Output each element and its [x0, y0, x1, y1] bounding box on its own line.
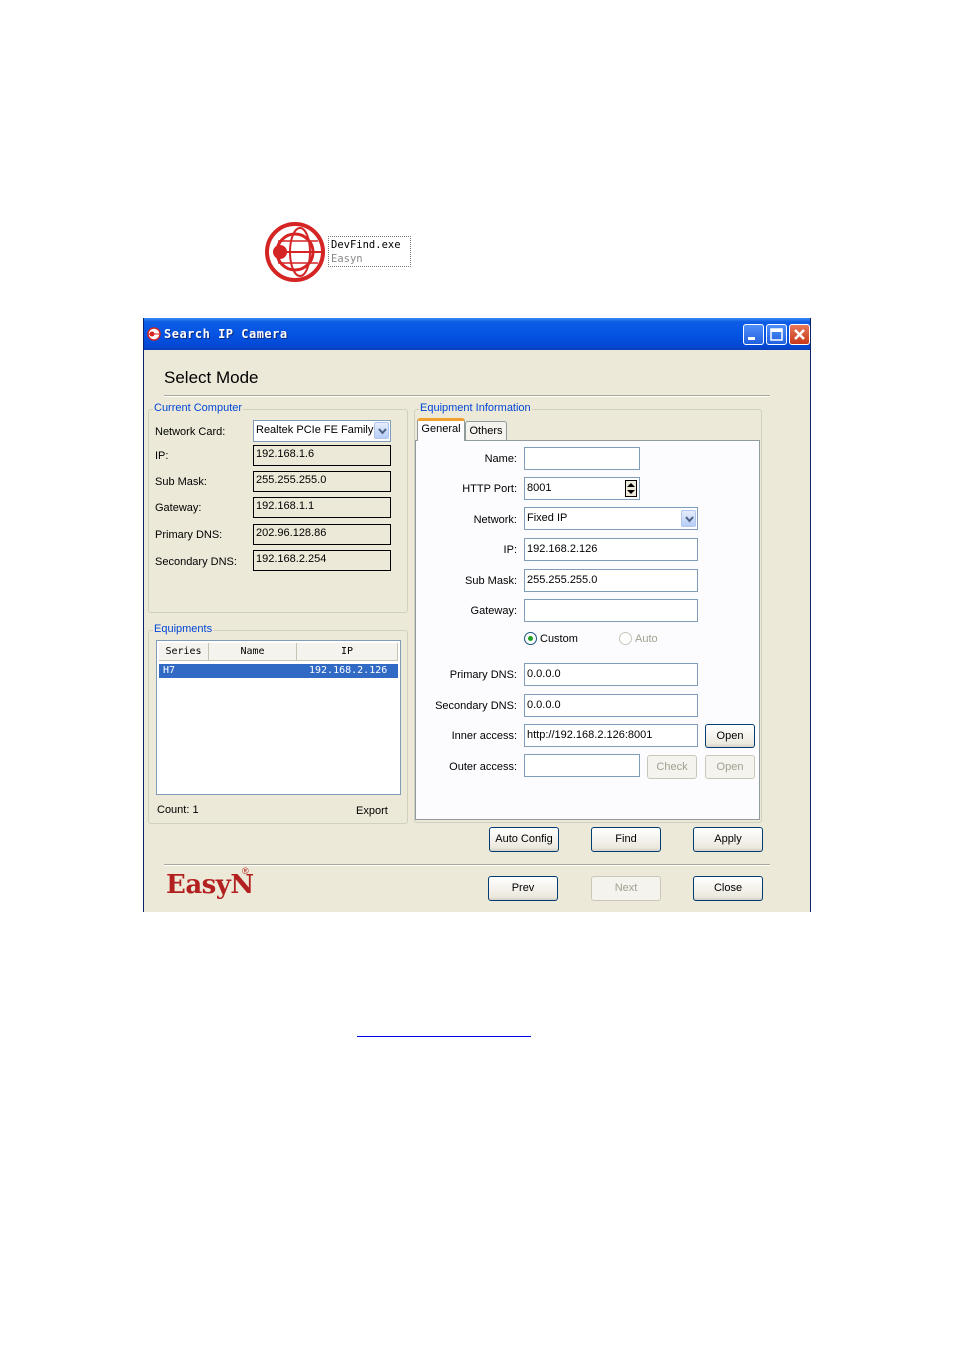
- equipment-submask-label: Sub Mask:: [465, 575, 517, 587]
- equipment-primary-dns-label: Primary DNS:: [449, 669, 517, 681]
- dns-auto-radio[interactable]: [619, 632, 632, 645]
- network-card-value: Realtek PCIe FE Family C: [256, 424, 385, 436]
- computer-submask-field: 255.255.255.0: [253, 471, 391, 492]
- computer-secondary-dns-field: 192.168.2.254: [253, 550, 391, 571]
- equipment-ip-input[interactable]: 192.168.2.126: [524, 538, 698, 561]
- http-port-stepper[interactable]: 8001: [524, 477, 640, 500]
- name-input[interactable]: [524, 447, 640, 470]
- http-port-label: HTTP Port:: [462, 483, 517, 495]
- tab-others[interactable]: Others: [465, 421, 507, 440]
- dns-custom-radio[interactable]: [524, 632, 537, 645]
- network-card-label: Network Card:: [155, 426, 226, 438]
- table-row[interactable]: H7 192.168.2.126: [158, 663, 399, 679]
- auto-config-button[interactable]: Auto Config: [489, 827, 559, 852]
- ip-label: IP:: [155, 450, 169, 462]
- row-ip: 192.168.2.126: [309, 665, 388, 676]
- dns-auto-label[interactable]: Auto: [635, 633, 658, 645]
- close-button[interactable]: Close: [693, 876, 763, 901]
- outer-access-label: Outer access:: [449, 761, 517, 773]
- footer-divider: [164, 864, 770, 866]
- gateway-label: Gateway:: [155, 502, 202, 514]
- registered-mark: ®: [242, 866, 249, 876]
- close-window-button[interactable]: [789, 324, 810, 345]
- export-link[interactable]: Export: [356, 805, 388, 817]
- chevron-down-icon[interactable]: [681, 510, 696, 527]
- tab-general[interactable]: General: [417, 418, 465, 441]
- find-button[interactable]: Find: [591, 827, 661, 852]
- inner-access-label: Inner access:: [451, 730, 517, 742]
- equipment-gateway-input[interactable]: [524, 599, 698, 622]
- computer-primary-dns-field: 202.96.128.86: [253, 524, 391, 545]
- title-bar[interactable]: Search IP Camera: [144, 318, 810, 350]
- shortcut-filename: DevFind.exe: [331, 239, 401, 251]
- equipment-ip-label: IP:: [503, 544, 517, 556]
- dns-custom-label[interactable]: Custom: [540, 633, 578, 645]
- page-title: Select Mode: [164, 368, 259, 387]
- equipment-secondary-dns-label: Secondary DNS:: [435, 700, 517, 712]
- equipment-info-legend: Equipment Information: [419, 402, 532, 414]
- devfind-shortcut-label[interactable]: DevFind.exe Easyn: [328, 236, 411, 267]
- computer-gateway-field: 192.168.1.1: [253, 497, 391, 518]
- computer-ip-field: 192.168.1.6: [253, 445, 391, 466]
- network-mode-value: Fixed IP: [527, 512, 568, 524]
- equipments-legend: Equipments: [153, 623, 214, 635]
- header-divider: [164, 395, 770, 397]
- hyperlink-underline[interactable]: [357, 1036, 531, 1037]
- secondary-dns-label: Secondary DNS:: [155, 556, 237, 568]
- primary-dns-label: Primary DNS:: [155, 529, 223, 541]
- close-icon: [794, 329, 805, 340]
- shortcut-subtitle: Easyn: [331, 253, 363, 265]
- sub-mask-label: Sub Mask:: [155, 476, 207, 488]
- globe-target-icon: [147, 327, 161, 341]
- window-title: Search IP Camera: [164, 327, 288, 341]
- outer-access-input[interactable]: [524, 754, 640, 777]
- equipment-count: Count: 1: [157, 804, 199, 816]
- inner-access-input[interactable]: http://192.168.2.126:8001: [524, 724, 698, 747]
- network-mode-select[interactable]: Fixed IP: [524, 507, 698, 530]
- maximize-icon: [770, 328, 783, 341]
- equipment-submask-input[interactable]: 255.255.255.0: [524, 569, 698, 592]
- column-header-series[interactable]: Series: [159, 643, 209, 661]
- next-button[interactable]: Next: [591, 876, 661, 901]
- network-card-select[interactable]: Realtek PCIe FE Family C: [253, 420, 391, 442]
- devfind-shortcut-icon[interactable]: [264, 221, 326, 283]
- equipments-list[interactable]: Series Name IP H7 192.168.2.126: [156, 640, 401, 795]
- check-button[interactable]: Check: [647, 755, 697, 779]
- name-label: Name:: [484, 453, 517, 465]
- search-ip-camera-window: Search IP Camera Select Mode Current Com…: [143, 318, 811, 912]
- network-label: Network:: [473, 514, 517, 526]
- chevron-down-icon[interactable]: [374, 422, 389, 439]
- column-header-ip[interactable]: IP: [297, 643, 398, 661]
- equipment-primary-dns-input[interactable]: 0.0.0.0: [524, 663, 698, 686]
- maximize-button[interactable]: [766, 324, 787, 345]
- minimize-icon: [748, 337, 755, 340]
- inner-open-button[interactable]: Open: [705, 724, 755, 748]
- equipment-gateway-label: Gateway:: [470, 605, 517, 617]
- equipment-secondary-dns-input[interactable]: 0.0.0.0: [524, 694, 698, 717]
- minimize-button[interactable]: [743, 324, 764, 345]
- apply-button[interactable]: Apply: [693, 827, 763, 852]
- prev-button[interactable]: Prev: [488, 876, 558, 901]
- spin-arrows-icon[interactable]: [625, 480, 637, 497]
- column-header-name[interactable]: Name: [209, 643, 297, 661]
- http-port-value: 8001: [527, 482, 552, 494]
- row-series: H7: [163, 665, 176, 676]
- current-computer-legend: Current Computer: [153, 402, 244, 414]
- easyn-logo: EasyN: [166, 870, 254, 900]
- outer-open-button[interactable]: Open: [705, 755, 755, 779]
